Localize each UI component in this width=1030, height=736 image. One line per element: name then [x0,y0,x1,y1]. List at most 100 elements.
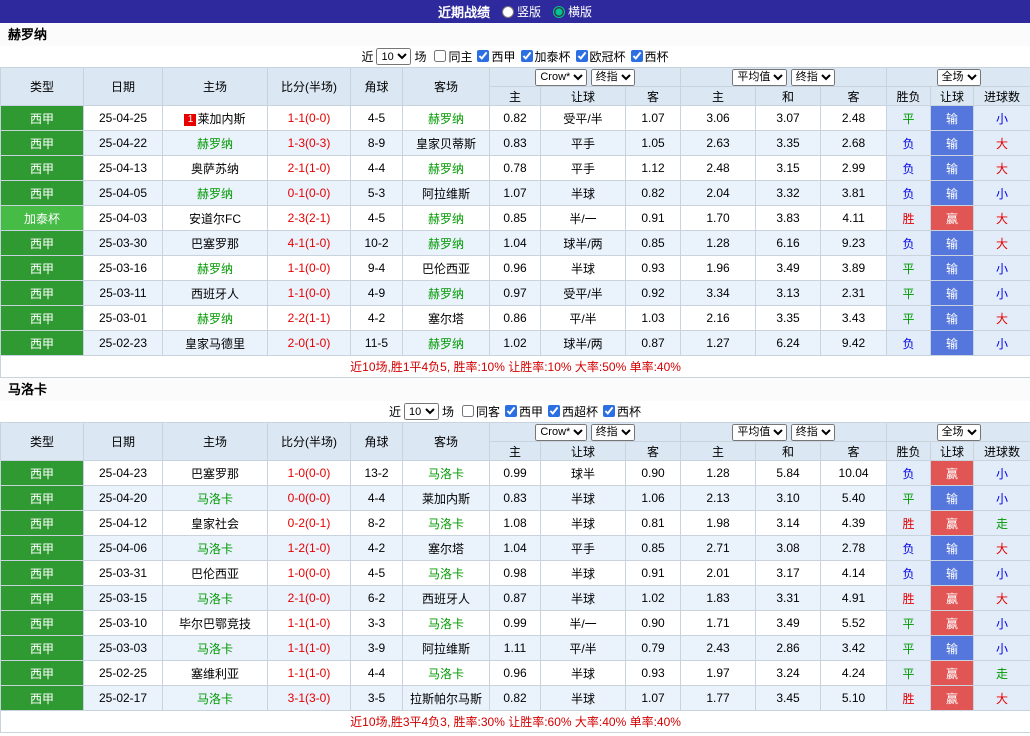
home-team-cell: 马洛卡 [162,535,268,561]
score-cell: 4-1(1-0) [267,230,351,256]
handicap-line-cell: 球半 [540,460,626,486]
match-row: 西甲 25-03-30 巴塞罗那 4-1(1-0) 10-2 赫罗纳 1.04 球半/两 0.8… [0,230,1030,256]
handicap-line-cell: 平手 [540,535,626,561]
layout-radio-horizontal[interactable]: 横版 [553,3,592,20]
checkbox-input[interactable] [603,405,616,418]
col-date: 日期 [83,422,163,461]
match-row: 西甲 25-04-23 巴塞罗那 1-0(0-0) 13-2 马洛卡 0.99 球半 0.90 1… [0,460,1030,486]
league-type-cell: 西甲 [0,635,84,661]
filter-checkbox-4[interactable]: 西杯 [630,48,669,65]
checkbox-input[interactable] [575,50,588,63]
away-team-cell: 赫罗纳 [402,230,490,256]
sub-col-away-odds: 客 [624,86,682,106]
checkbox-input[interactable] [505,405,517,418]
avg-time-select[interactable]: 终指 [790,423,835,441]
checkbox-input[interactable] [630,50,643,63]
filter-checkbox-0[interactable]: 同主 [434,48,472,65]
result-cell: 负 [886,535,932,561]
avg-draw-cell: 6.16 [755,230,822,256]
filter-checkbox-0[interactable]: 同客 [461,403,500,420]
avg-home-cell: 2.16 [680,305,757,331]
score-cell: 2-1(0-0) [267,585,351,611]
avg-away-cell: 4.24 [820,660,888,686]
avg-select[interactable]: 平均值 [732,423,788,441]
avg-away-cell: 5.40 [820,485,888,511]
filter-checkbox-2[interactable]: 西超杯 [548,403,598,420]
match-count-select[interactable]: 10 [403,403,439,420]
avg-time-select[interactable]: 终指 [790,68,835,86]
goals-result-cell: 走 [973,660,1030,686]
handicap-result-cell: 输 [930,105,975,131]
match-count-select[interactable]: 10 [376,48,412,65]
match-row: 西甲 25-02-23 皇家马德里 2-0(1-0) 11-5 赫罗纳 1.02 球半/两 0.… [0,330,1030,356]
corner-cell: 4-4 [350,660,403,686]
horizontal-radio[interactable] [553,5,565,18]
col-score: 比分(半场) [267,67,351,106]
filter-row: 近 10 场 同主 西甲 加泰杯 欧冠杯 西杯 [0,46,1030,67]
full-match-select[interactable]: 全场 [936,423,981,441]
filter-checkbox-1[interactable]: 西甲 [505,403,543,420]
handicap-line-cell: 平/半 [540,305,626,331]
goals-result-cell: 小 [973,485,1030,511]
avg-draw-cell: 3.13 [755,280,822,306]
avg-home-cell: 1.28 [680,460,757,486]
home-odds-cell: 0.85 [489,205,541,231]
avg-select[interactable]: 平均值 [732,68,788,86]
avg-home-cell: 1.27 [680,330,757,356]
home-team-cell: 赫罗纳 [162,305,268,331]
full-match-select[interactable]: 全场 [936,68,981,86]
score-cell: 3-1(3-0) [267,685,351,711]
filter-checkbox-3[interactable]: 西杯 [603,403,641,420]
filter-checkbox-3[interactable]: 欧冠杯 [575,48,626,65]
avg-away-cell: 5.52 [820,610,888,636]
checkbox-input[interactable] [434,50,447,63]
match-row: 西甲 25-04-05 赫罗纳 0-1(0-0) 5-3 阿拉维斯 1.07 半球 0.82 2.… [0,180,1030,206]
avg-draw-cell: 3.49 [755,610,822,636]
corner-cell: 3-9 [350,635,403,661]
odds-company-select[interactable]: Crow* [535,68,588,86]
goals-result-cell: 大 [973,305,1030,331]
handicap-result-cell: 输 [930,560,975,586]
filter-checkbox-2[interactable]: 加泰杯 [520,48,571,65]
odds-time-select[interactable]: 终指 [590,423,635,441]
avg-home-cell: 2.13 [680,485,757,511]
avg-draw-cell: 3.35 [755,130,822,156]
home-odds-cell: 0.83 [489,130,541,156]
avg-group-header: 平均值 终指 [680,67,888,87]
goals-result-cell: 大 [973,585,1030,611]
checkbox-input[interactable] [461,405,474,418]
filter-checkbox-1[interactable]: 西甲 [477,48,516,65]
odds-group-header: Crow* 终指 [488,422,682,442]
odds-company-select[interactable]: Crow* [535,423,588,441]
avg-home-cell: 3.34 [680,280,757,306]
checkbox-input[interactable] [520,50,533,63]
home-team-cell: 毕尔巴鄂竞技 [162,610,268,636]
odds-time-select[interactable]: 终指 [590,68,635,86]
odds-group-header: Crow* 终指 [488,67,682,87]
corner-cell: 5-3 [350,180,403,206]
page-title: 近期战绩 [437,5,490,20]
sub-col-result: 胜负 [886,86,932,106]
result-cell: 平 [886,635,932,661]
avg-away-cell: 2.68 [820,130,888,156]
near-label: 近 [388,405,401,419]
corner-cell: 4-4 [350,155,403,181]
away-odds-cell: 0.82 [624,180,682,206]
checkbox-input[interactable] [548,405,561,418]
date-cell: 25-02-17 [83,685,163,711]
goals-result-cell: 大 [973,155,1030,181]
date-cell: 25-04-22 [83,130,163,156]
home-odds-cell: 0.96 [489,255,541,281]
checkbox-input[interactable] [477,50,490,63]
away-team-cell: 莱加内斯 [402,485,490,511]
date-cell: 25-04-20 [83,485,163,511]
avg-home-cell: 1.77 [680,685,757,711]
match-row: 西甲 25-03-11 西班牙人 1-1(0-0) 4-9 赫罗纳 0.97 受平/半 0.92… [0,280,1030,306]
vertical-radio[interactable] [501,5,514,18]
away-odds-cell: 1.07 [624,105,682,131]
league-type-cell: 加泰杯 [0,205,84,231]
avg-home-cell: 2.71 [680,535,757,561]
away-odds-cell: 0.90 [624,610,682,636]
matches-table: 类型 日期 主场 比分(半场) 角球 客场 Crow* 终指 平均值 终指 全场 [0,422,1030,733]
layout-radio-vertical[interactable]: 竖版 [501,3,541,20]
